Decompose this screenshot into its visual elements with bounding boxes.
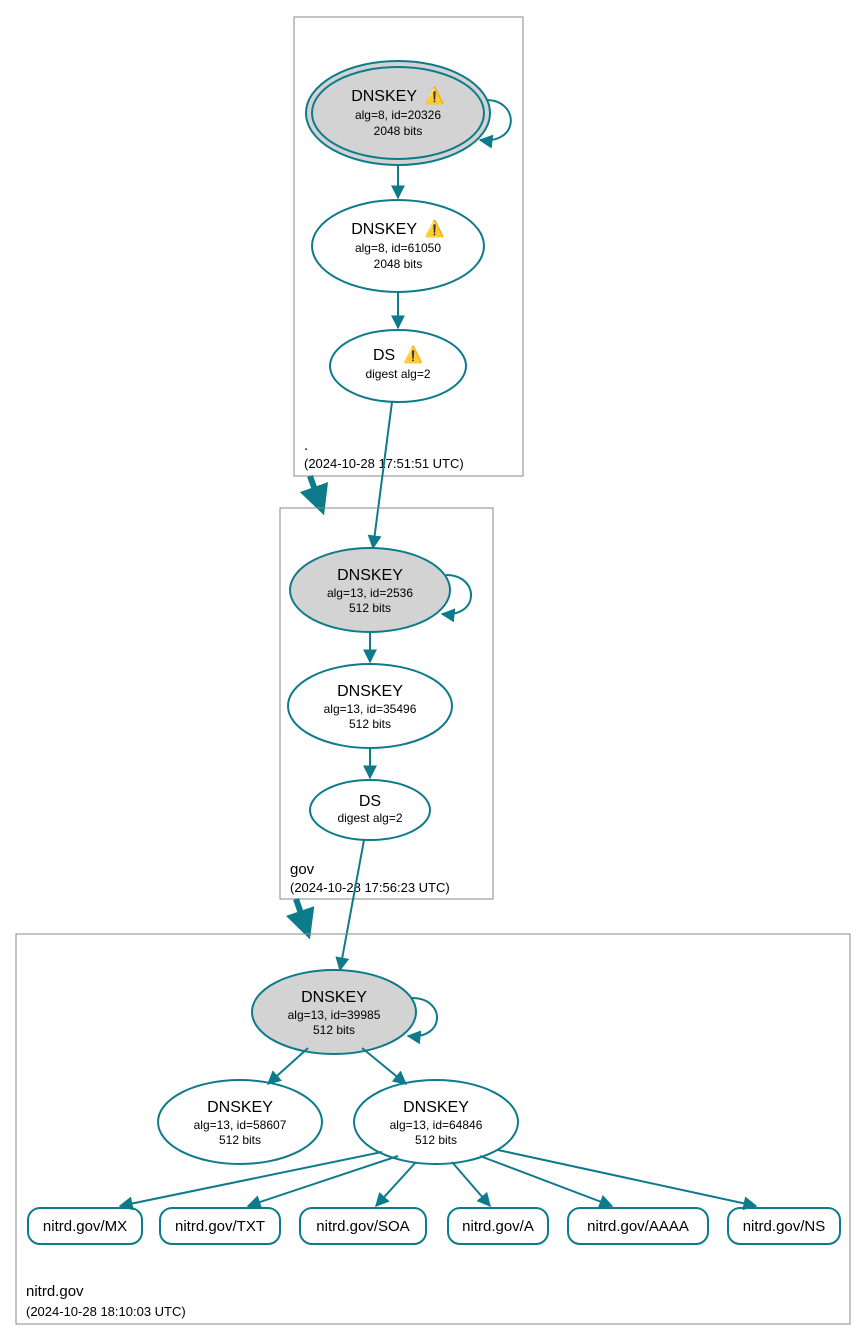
nitrd-ksk-alg: alg=13, id=39985: [288, 1008, 381, 1022]
zone-nitrd-name: nitrd.gov: [26, 1283, 84, 1300]
node-nitrd-ksk: DNSKEY alg=13, id=39985 512 bits: [252, 970, 416, 1054]
gov-ksk-bits: 512 bits: [349, 601, 391, 615]
edge-gov-ds-to-nitrd-ksk: [340, 840, 364, 970]
node-gov-zsk: DNSKEY alg=13, id=35496 512 bits: [288, 664, 452, 748]
edge-zskb-soa: [376, 1162, 416, 1206]
record-txt-label: nitrd.gov/TXT: [175, 1218, 265, 1235]
gov-zsk-alg: alg=13, id=35496: [324, 702, 417, 716]
nitrd-zskb-alg: alg=13, id=64846: [390, 1118, 483, 1132]
nitrd-zskb-title: DNSKEY: [403, 1099, 469, 1116]
record-soa: nitrd.gov/SOA: [300, 1208, 426, 1244]
root-zsk-bits: 2048 bits: [374, 257, 423, 271]
gov-ds-title: DS: [359, 793, 381, 810]
root-zsk-alg: alg=8, id=61050: [355, 241, 441, 255]
gov-zsk-title: DNSKEY: [337, 683, 403, 700]
record-txt: nitrd.gov/TXT: [160, 1208, 280, 1244]
gov-ds-digest: digest alg=2: [337, 811, 402, 825]
gov-ksk-alg: alg=13, id=2536: [327, 586, 413, 600]
root-zsk-title: DNSKEY: [351, 221, 417, 238]
edge-zskb-a: [452, 1162, 490, 1206]
root-ds-title: DS: [373, 347, 395, 364]
dnssec-chain-diagram: . (2024-10-28 17:51:51 UTC) DNSKEY ⚠️ al…: [0, 0, 867, 1344]
zone-root-name: .: [304, 437, 308, 454]
edge-root-to-gov-delegation: [310, 476, 320, 504]
node-root-ksk: DNSKEY ⚠️ alg=8, id=20326 2048 bits: [306, 61, 490, 165]
edge-nitrd-ksk-zska: [268, 1048, 308, 1084]
record-mx: nitrd.gov/MX: [28, 1208, 142, 1244]
nitrd-zskb-bits: 512 bits: [415, 1133, 457, 1147]
record-ns: nitrd.gov/NS: [728, 1208, 840, 1244]
root-ksk-title: DNSKEY: [351, 88, 417, 105]
nitrd-ksk-title: DNSKEY: [301, 989, 367, 1006]
node-root-ds: DS ⚠️ digest alg=2: [330, 330, 466, 402]
warning-icon: ⚠️: [425, 86, 445, 105]
root-ds-digest: digest alg=2: [365, 367, 430, 381]
record-a-label: nitrd.gov/A: [462, 1218, 534, 1235]
record-a: nitrd.gov/A: [448, 1208, 548, 1244]
edge-gov-to-nitrd-delegation: [296, 899, 306, 928]
node-gov-ksk: DNSKEY alg=13, id=2536 512 bits: [290, 548, 450, 632]
nitrd-zska-bits: 512 bits: [219, 1133, 261, 1147]
record-mx-label: nitrd.gov/MX: [43, 1218, 127, 1235]
record-ns-label: nitrd.gov/NS: [743, 1218, 826, 1235]
zone-gov-name: gov: [290, 861, 315, 878]
warning-icon: ⚠️: [425, 219, 445, 238]
record-aaaa: nitrd.gov/AAAA: [568, 1208, 708, 1244]
gov-ksk-title: DNSKEY: [337, 567, 403, 584]
nitrd-zska-alg: alg=13, id=58607: [194, 1118, 287, 1132]
warning-icon: ⚠️: [403, 345, 423, 364]
node-root-zsk: DNSKEY ⚠️ alg=8, id=61050 2048 bits: [312, 200, 484, 292]
svg-text:DNSKEY ⚠️: DNSKEY ⚠️: [351, 86, 445, 105]
root-ksk-alg: alg=8, id=20326: [355, 108, 441, 122]
edge-zskb-aaaa: [480, 1156, 612, 1206]
record-soa-label: nitrd.gov/SOA: [316, 1218, 409, 1235]
svg-text:DNSKEY ⚠️: DNSKEY ⚠️: [351, 219, 445, 238]
nitrd-zska-title: DNSKEY: [207, 1099, 273, 1116]
svg-text:DS ⚠️: DS ⚠️: [373, 345, 423, 364]
root-ksk-bits: 2048 bits: [374, 124, 423, 138]
edge-root-ds-to-gov-ksk: [373, 402, 392, 548]
zone-nitrd-timestamp: (2024-10-28 18:10:03 UTC): [26, 1304, 186, 1319]
node-gov-ds: DS digest alg=2: [310, 780, 430, 840]
node-nitrd-zsk-a: DNSKEY alg=13, id=58607 512 bits: [158, 1080, 322, 1164]
zone-gov-timestamp: (2024-10-28 17:56:23 UTC): [290, 880, 450, 895]
nitrd-ksk-bits: 512 bits: [313, 1023, 355, 1037]
edge-nitrd-ksk-zskb: [362, 1048, 406, 1084]
gov-zsk-bits: 512 bits: [349, 717, 391, 731]
record-aaaa-label: nitrd.gov/AAAA: [587, 1218, 689, 1235]
node-nitrd-zsk-b: DNSKEY alg=13, id=64846 512 bits: [354, 1080, 518, 1164]
